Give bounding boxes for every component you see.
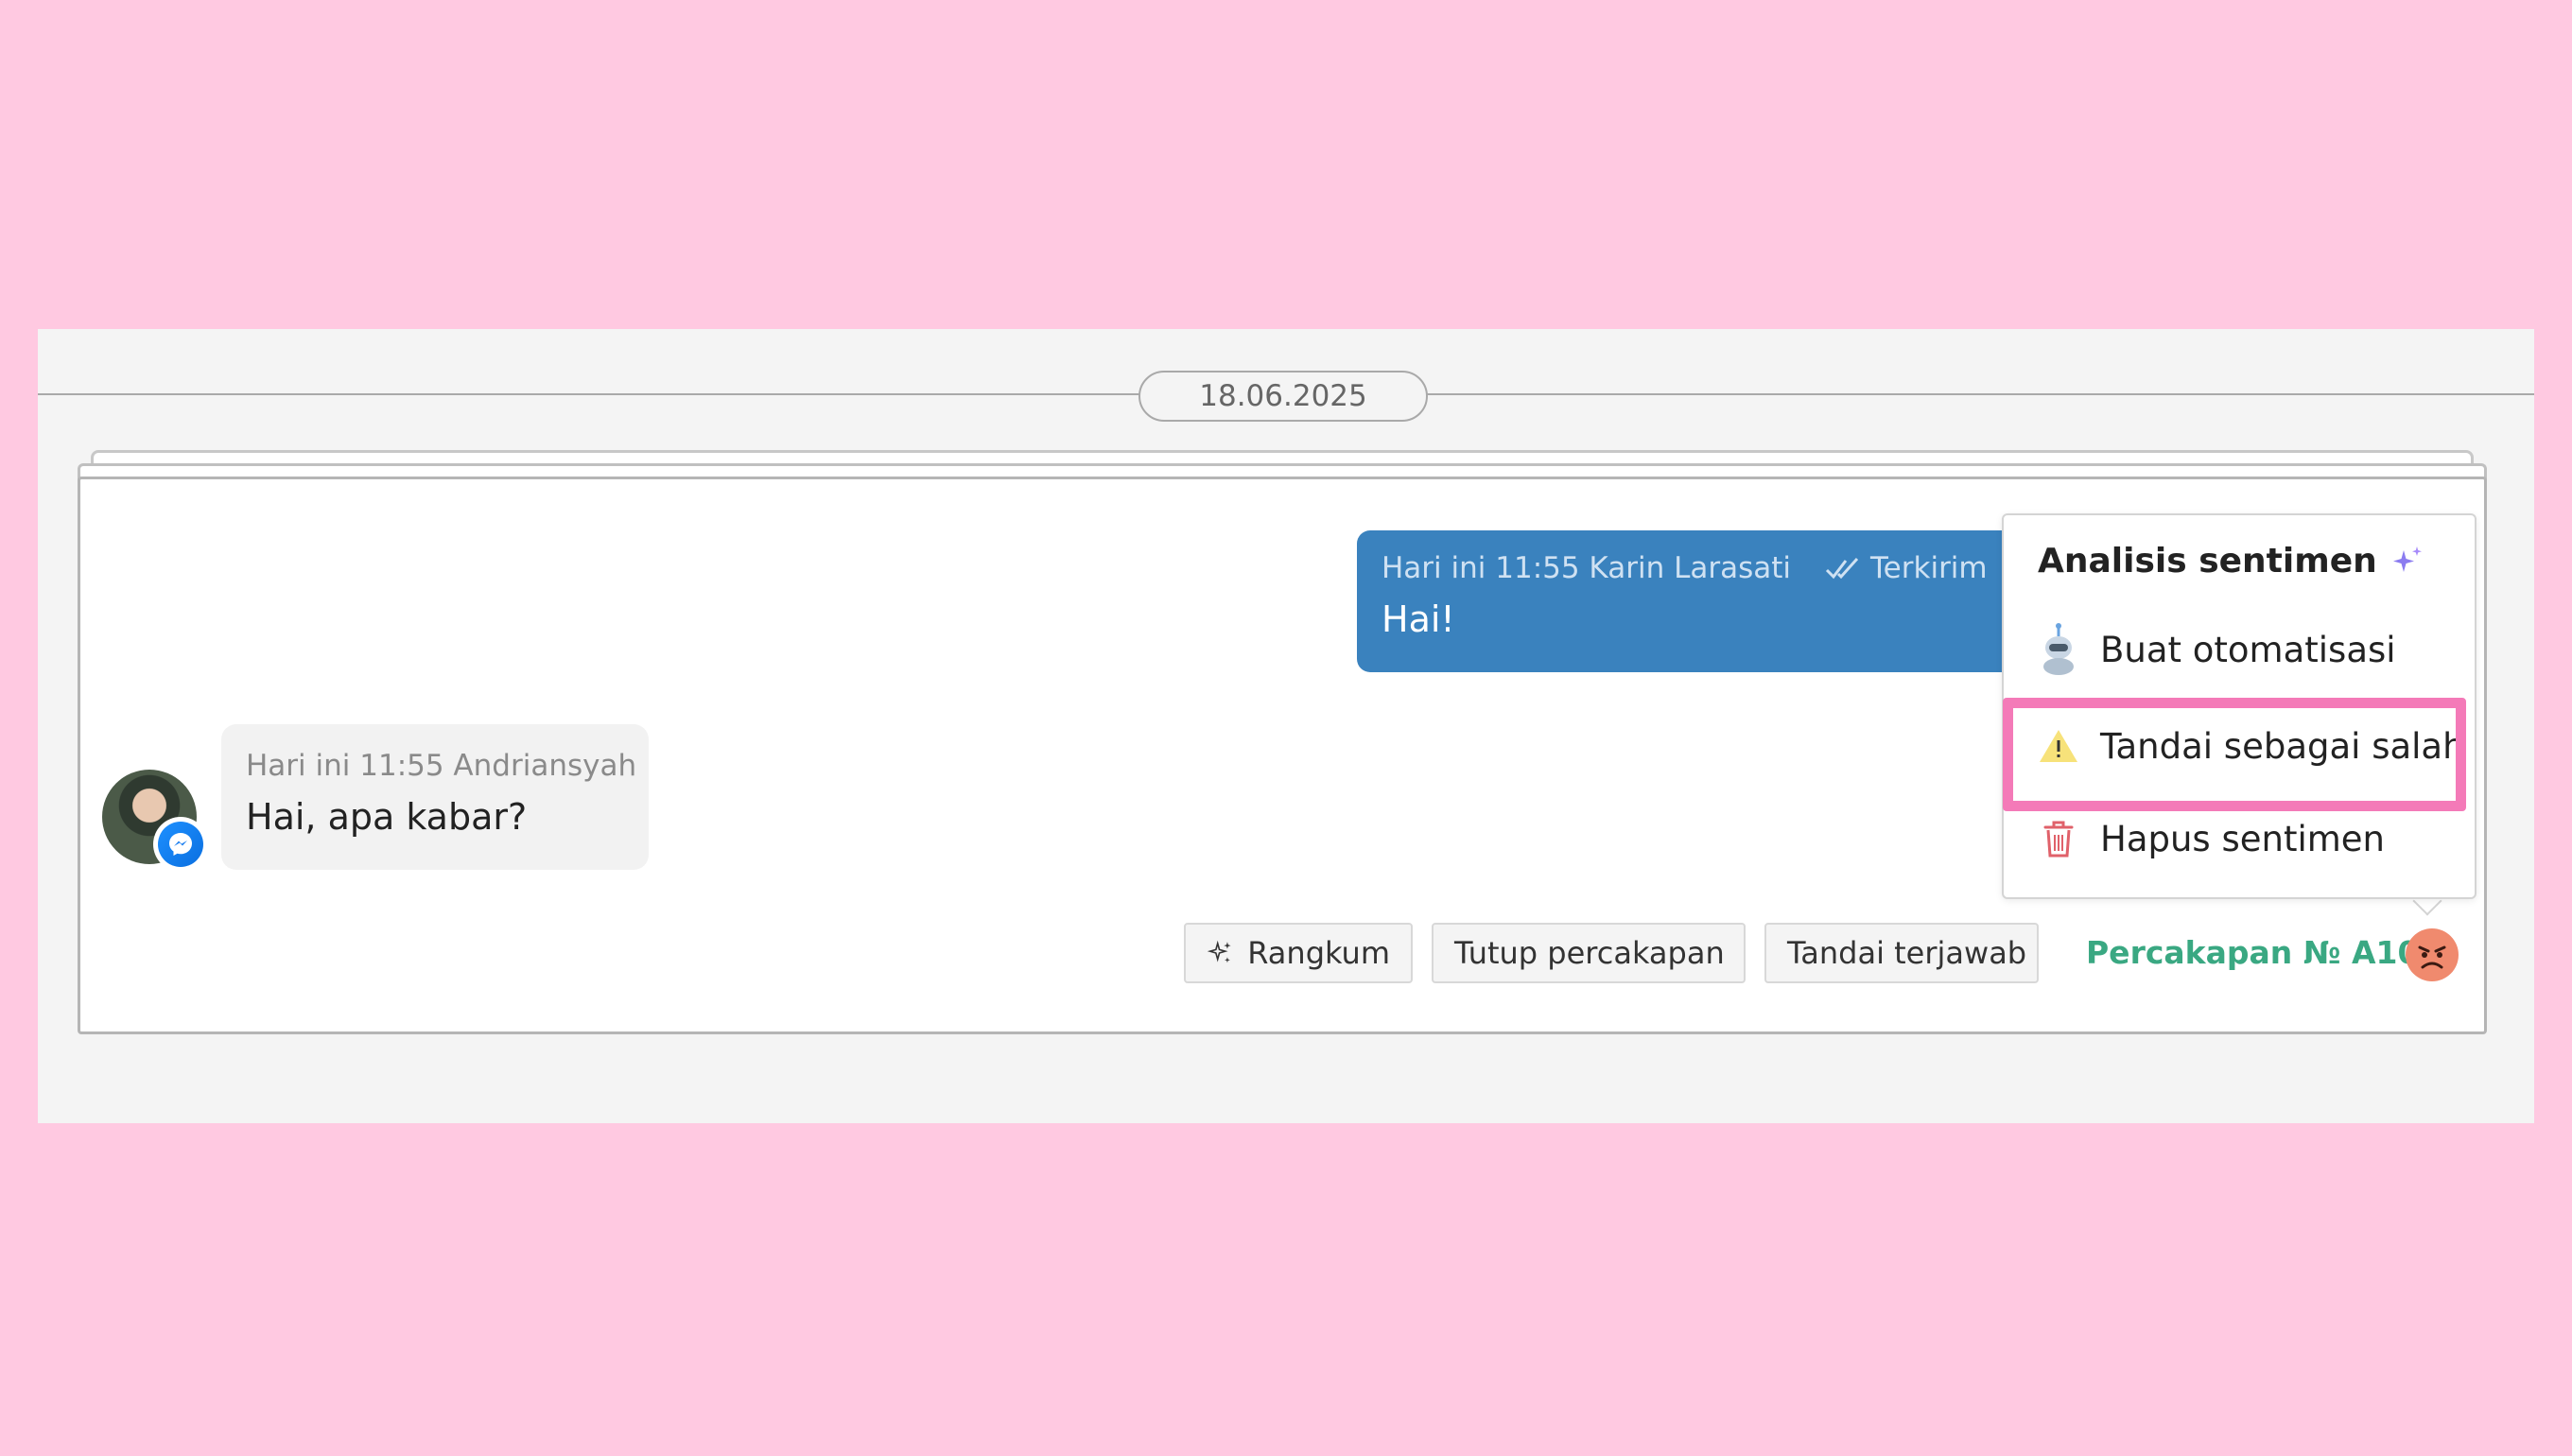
- sentiment-menu-title: Analisis sentimen: [2038, 542, 2426, 581]
- mark-answered-button[interactable]: Tandai terjawab: [1764, 923, 2039, 983]
- outgoing-message: Hari ini 11:55 Karin Larasati Terkirim H…: [1357, 530, 2057, 672]
- angry-face-icon: [2418, 945, 2446, 969]
- close-conversation-label: Tutup percakapan: [1454, 935, 1725, 971]
- messenger-badge: [153, 817, 208, 872]
- sentiment-button[interactable]: [2406, 928, 2459, 981]
- trash-icon: [2038, 818, 2079, 859]
- summarize-label: Rangkum: [1247, 935, 1390, 971]
- incoming-message-meta: Hari ini 11:55 Andriansyah: [246, 749, 637, 783]
- menu-item-label: Buat otomatisasi: [2100, 629, 2396, 670]
- sparkle-icon: [2392, 546, 2422, 572]
- menu-item-delete-sentiment[interactable]: Hapus sentimen: [2038, 818, 2385, 859]
- summarize-button[interactable]: Rangkum: [1184, 923, 1413, 983]
- close-conversation-button[interactable]: Tutup percakapan: [1432, 923, 1746, 983]
- robot-icon: [2038, 623, 2079, 675]
- mark-answered-label: Tandai terjawab: [1787, 935, 2027, 971]
- message-status-label: Terkirim: [1870, 551, 1988, 585]
- double-check-icon: [1825, 557, 1859, 580]
- highlight-frame: [2003, 698, 2466, 811]
- outgoing-message-meta: Hari ini 11:55 Karin Larasati: [1382, 551, 1792, 585]
- date-divider: 18.06.2025: [1138, 371, 1428, 422]
- menu-item-create-automation[interactable]: Buat otomatisasi: [2038, 623, 2396, 675]
- conversation-id-link[interactable]: Percakapan № A100: [2086, 930, 2441, 976]
- incoming-message: Hari ini 11:55 Andriansyah Hai, apa kaba…: [221, 724, 649, 870]
- messenger-icon: [169, 833, 192, 856]
- sparkle-icon: [1207, 940, 1231, 963]
- outgoing-message-text: Hai!: [1382, 598, 1455, 640]
- menu-item-label: Hapus sentimen: [2100, 818, 2386, 859]
- incoming-message-text: Hai, apa kabar?: [246, 796, 528, 838]
- message-status: Terkirim: [1825, 551, 1988, 585]
